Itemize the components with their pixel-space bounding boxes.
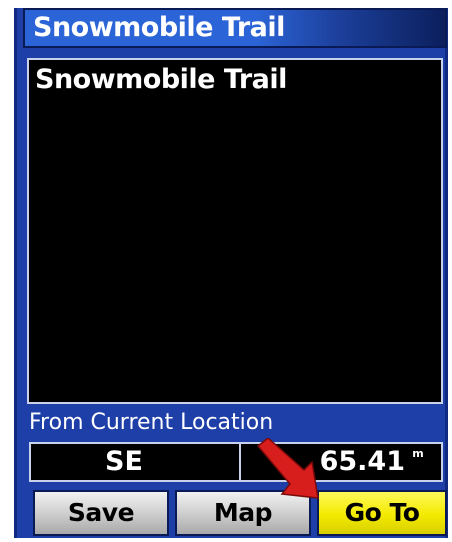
- gps-screen: Snowmobile Trail Snowmobile Trail From C…: [14, 8, 448, 538]
- go-to-button[interactable]: Go To: [317, 490, 447, 536]
- map-button[interactable]: Map: [175, 490, 311, 536]
- row-divider: [239, 444, 241, 480]
- waypoint-name: Snowmobile Trail: [35, 64, 287, 95]
- distance-value: 65.41: [319, 446, 405, 477]
- distance-unit: m: [412, 447, 424, 460]
- direction-distance-row: SE 65.41 m: [29, 442, 443, 482]
- title-bar: Snowmobile Trail: [23, 8, 447, 48]
- save-button[interactable]: Save: [33, 490, 169, 536]
- direction-value: SE: [105, 446, 143, 477]
- waypoint-detail-panel: Snowmobile Trail: [27, 58, 443, 404]
- from-location-label: From Current Location: [29, 410, 274, 435]
- page-title: Snowmobile Trail: [33, 12, 285, 43]
